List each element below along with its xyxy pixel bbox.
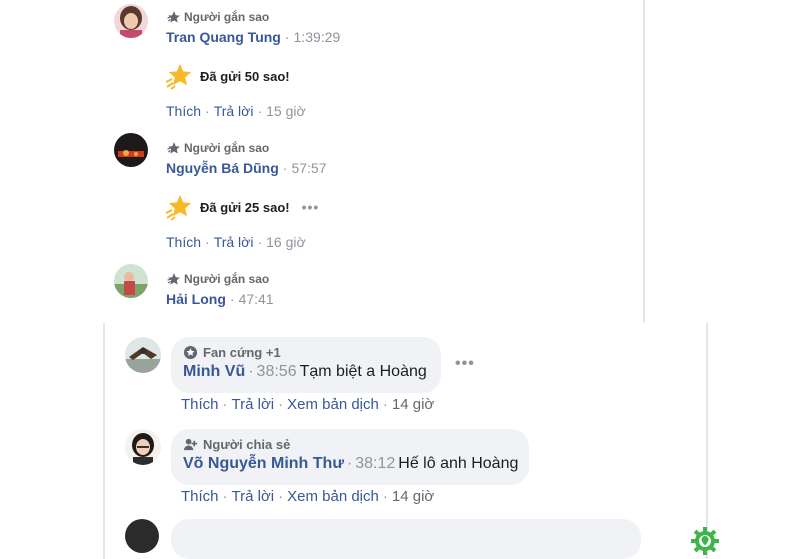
commenter-name[interactable]: Tran Quang Tung — [166, 29, 281, 45]
comment-bubble: Fan cứng +1 Minh Vũ · 38:56 Tạm biệt a Hoàn… — [171, 337, 441, 393]
separator: · — [257, 103, 263, 119]
user-badge: Fan cứng +1 — [183, 343, 429, 361]
more-options-button[interactable]: ••• — [302, 199, 320, 215]
avatar[interactable] — [114, 4, 148, 38]
more-options-button[interactable]: ••• — [455, 355, 475, 373]
star-badge-icon — [167, 141, 181, 155]
like-link[interactable]: Thích — [166, 103, 201, 119]
comment-actions: Thích · Trả lời · Xem bản dịch · 14 giờ — [181, 488, 434, 505]
reply-link[interactable]: Trả lời — [232, 396, 275, 413]
comment-age[interactable]: 14 giờ — [392, 396, 434, 413]
comment-age[interactable]: 16 giờ — [266, 234, 306, 250]
separator: · — [278, 488, 284, 505]
like-link[interactable]: Thích — [181, 396, 219, 413]
separator: · — [205, 103, 210, 119]
comment-header: Nguyễn Bá Dũng · 57:57 — [166, 160, 327, 176]
commenter-name[interactable]: Hải Long — [166, 291, 226, 307]
like-link[interactable]: Thích — [166, 234, 201, 250]
comment-actions: Thích · Trả lời · 16 giờ — [166, 234, 306, 250]
avatar[interactable] — [114, 133, 148, 167]
user-badge: Người gắn sao — [167, 10, 269, 24]
translate-link[interactable]: Xem bản dịch — [287, 488, 379, 505]
user-badge: Người gắn sao — [167, 272, 269, 286]
comment-bubble — [171, 519, 641, 559]
separator: · — [205, 234, 210, 250]
video-timestamp[interactable]: 1:39:29 — [294, 29, 341, 45]
separator: · — [382, 396, 388, 413]
comment-text: Hế lô anh Hoàng — [398, 455, 519, 472]
comment-header: Tran Quang Tung · 1:39:29 — [166, 29, 340, 45]
star-icon — [164, 62, 192, 90]
live-stars-panel: Người gắn sao Tran Quang Tung · 1:39:29 Đã… — [0, 0, 645, 323]
separator: · — [248, 363, 254, 380]
comment-line: Võ Nguyễn Minh Thư · 38:12 Hế lô anh Hoàng — [183, 455, 519, 473]
separator: · — [229, 291, 235, 307]
separator: · — [278, 396, 284, 413]
separator: · — [284, 29, 290, 45]
video-timestamp[interactable]: 47:41 — [239, 291, 274, 307]
star-badge-icon — [167, 10, 181, 24]
separator: · — [257, 234, 263, 250]
star-badge-icon — [167, 272, 181, 286]
translate-link[interactable]: Xem bản dịch — [287, 396, 379, 413]
commenter-name[interactable]: Nguyễn Bá Dũng — [166, 160, 279, 176]
comment-actions: Thích · Trả lời · Xem bản dịch · 14 giờ — [181, 396, 434, 413]
watermark — [690, 526, 720, 559]
comment-text: Tạm biệt a Hoàng — [299, 363, 427, 380]
stars-message: Đã gửi 25 sao! ••• — [164, 193, 319, 221]
commenter-name[interactable]: Minh Vũ — [183, 363, 245, 380]
user-badge: Người chia sẻ — [183, 435, 517, 453]
avatar[interactable] — [125, 337, 161, 373]
comment-actions: Thích · Trả lời · 15 giờ — [166, 103, 306, 119]
comments-panel: Fan cứng +1 Minh Vũ · 38:56 Tạm biệt a Hoàn… — [103, 323, 708, 559]
comment-bubble: Người chia sẻ Võ Nguyễn Minh Thư · 38:12 Hế… — [171, 429, 529, 485]
badge-label: Người chia sẻ — [203, 436, 291, 452]
separator: · — [222, 396, 228, 413]
star-icon — [164, 193, 192, 221]
badge-label: Người gắn sao — [184, 10, 270, 24]
comment-line: Minh Vũ · 38:56 Tạm biệt a Hoàng — [183, 363, 429, 381]
fan-badge-icon — [183, 345, 198, 360]
stars-sent-text: Đã gửi 50 sao! — [200, 68, 290, 84]
badge-label: Fan cứng +1 — [203, 344, 281, 360]
separator: · — [222, 488, 228, 505]
separator: · — [282, 160, 288, 176]
avatar[interactable] — [114, 264, 148, 298]
video-timestamp[interactable]: 57:57 — [291, 160, 326, 176]
separator: · — [346, 455, 353, 472]
badge-label: Người gắn sao — [184, 141, 270, 155]
commenter-name[interactable]: Võ Nguyễn Minh Thư — [183, 455, 344, 472]
gear-logo-icon — [690, 526, 720, 559]
share-badge-icon — [183, 437, 198, 452]
reply-link[interactable]: Trả lời — [214, 234, 254, 250]
comment-age[interactable]: 14 giờ — [392, 488, 434, 505]
video-timestamp[interactable]: 38:56 — [257, 363, 297, 380]
comment-age[interactable]: 15 giờ — [266, 103, 306, 119]
like-link[interactable]: Thích — [181, 488, 219, 505]
comment-header: Hải Long · 47:41 — [166, 291, 274, 307]
badge-label: Người gắn sao — [184, 272, 270, 286]
separator: · — [382, 488, 388, 505]
avatar[interactable] — [125, 429, 161, 465]
reply-link[interactable]: Trả lời — [232, 488, 275, 505]
avatar[interactable] — [125, 519, 159, 553]
video-timestamp[interactable]: 38:12 — [355, 455, 395, 472]
reply-link[interactable]: Trả lời — [214, 103, 254, 119]
stars-message: Đã gửi 50 sao! — [164, 62, 290, 90]
user-badge: Người gắn sao — [167, 141, 269, 155]
stars-sent-text: Đã gửi 25 sao! — [200, 199, 290, 215]
